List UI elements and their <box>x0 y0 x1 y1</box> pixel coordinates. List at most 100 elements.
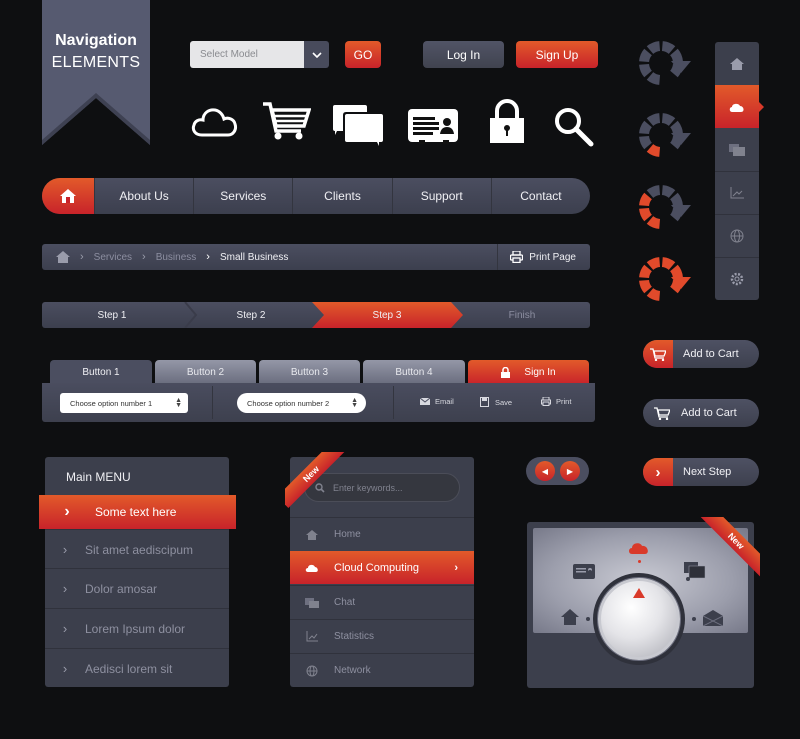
vnav-globe[interactable] <box>715 214 759 257</box>
next-step-button[interactable]: › Next Step <box>643 458 759 486</box>
search-menu-item-chat[interactable]: Chat <box>290 585 474 619</box>
vnav-cloud-active[interactable] <box>715 85 759 128</box>
loader-segment <box>639 207 652 222</box>
pager: ◀ ▶ <box>526 457 589 485</box>
nav-item-support[interactable]: Support <box>391 178 491 214</box>
loader-segment <box>670 264 683 279</box>
chart-icon <box>290 631 334 642</box>
vnav-chat[interactable] <box>715 128 759 171</box>
cloud-icon <box>190 105 240 139</box>
tab-button-1[interactable]: Button 1 <box>50 360 152 384</box>
chevron-right-icon: › <box>64 503 70 520</box>
new-badge-label: New <box>700 517 760 577</box>
loader-spinner-3 <box>635 254 691 304</box>
search-menu-item-statistics[interactable]: Statistics <box>290 619 474 653</box>
loader-segment <box>670 192 683 207</box>
nav-item-contact[interactable]: Contact <box>490 178 590 214</box>
vnav-chart[interactable] <box>715 171 759 214</box>
go-button[interactable]: GO <box>345 41 381 68</box>
loader-spinner-2 <box>635 182 691 232</box>
search-menu-item-label: Cloud Computing <box>334 561 419 574</box>
next-button[interactable]: ▶ <box>560 461 580 481</box>
nav-item-services[interactable]: Services <box>193 178 292 214</box>
main-menu-item-label: Dolor amosar <box>85 581 158 596</box>
chevron-right-icon: › <box>62 621 68 636</box>
arrow-left-icon: ◀ <box>541 466 549 476</box>
main-menu-item[interactable]: › Sit amet aediscipum <box>45 529 229 569</box>
add-to-cart-button-active[interactable]: Add to Cart <box>643 340 759 368</box>
print-action[interactable]: Print <box>541 397 571 406</box>
tab-button-4[interactable]: Button 4 <box>363 360 465 384</box>
tab-button-2[interactable]: Button 2 <box>155 360 256 384</box>
breadcrumb: › Services › Business › Small Business P… <box>42 244 590 270</box>
divider <box>393 386 394 419</box>
search-icon[interactable] <box>553 106 595 148</box>
chat-icon <box>332 104 384 146</box>
loader-segment <box>639 264 652 279</box>
loader-spinner-1 <box>635 110 691 160</box>
indicator-dot <box>588 570 592 574</box>
step-2[interactable]: Step 2 <box>182 302 320 328</box>
globe-icon <box>730 229 744 243</box>
search-menu-item-label: Statistics <box>334 631 375 642</box>
main-menu-item[interactable]: › Aedisci lorem sit <box>45 648 229 688</box>
main-menu-item-label: Aedisci lorem sit <box>85 661 173 676</box>
loader-segment <box>670 48 683 63</box>
chevron-right-icon: › <box>454 561 458 574</box>
mail-icon <box>420 398 430 405</box>
lock-icon <box>489 99 525 145</box>
add-to-cart-button[interactable]: Add to Cart <box>643 399 759 427</box>
home-icon[interactable] <box>56 251 70 263</box>
chart-icon <box>730 187 744 199</box>
breadcrumb-item[interactable]: Business <box>156 252 197 263</box>
home-icon <box>60 189 76 203</box>
main-menu-item[interactable]: › Dolor amosar <box>45 568 229 608</box>
nav-item-about[interactable]: About Us <box>94 178 193 214</box>
loader-segment <box>646 41 661 54</box>
step-finish[interactable]: Finish <box>454 302 590 328</box>
search-menu-item-label: Network <box>334 665 371 676</box>
mail-icon[interactable] <box>703 610 723 626</box>
vnav-settings[interactable] <box>715 257 759 300</box>
cloud-icon <box>290 563 334 572</box>
lock-icon <box>501 366 511 378</box>
main-menu-item[interactable]: › Lorem Ipsum dolor <box>45 608 229 648</box>
option-select-2[interactable]: Choose option number 2 ▲ ▼ <box>237 393 366 413</box>
main-menu-item-label: Lorem Ipsum dolor <box>85 621 186 636</box>
previous-button[interactable]: ◀ <box>535 461 555 481</box>
signup-button[interactable]: Sign Up <box>516 41 598 68</box>
main-menu-item-label: Some text here <box>95 505 177 519</box>
email-label: Email <box>435 397 454 406</box>
tab-button-3[interactable]: Button 3 <box>259 360 360 384</box>
option-select-1[interactable]: Choose option number 1 ▲ ▼ <box>60 393 188 413</box>
shopping-cart-icon <box>643 340 673 368</box>
save-action[interactable]: Save <box>480 397 512 407</box>
chevron-down-icon[interactable] <box>304 41 329 68</box>
vnav-home[interactable] <box>715 42 759 85</box>
model-select[interactable]: Select Model <box>190 41 329 68</box>
chevron-right-icon: › <box>142 251 146 263</box>
search-menu-item-network[interactable]: Network <box>290 653 474 687</box>
cloud-icon <box>729 103 744 112</box>
main-menu-item-active[interactable]: › Some text here <box>39 495 236 529</box>
nav-home-button[interactable] <box>42 178 94 214</box>
loader-segment <box>639 279 652 294</box>
ribbon-title: Navigation <box>55 32 137 49</box>
loader-segment <box>639 135 652 150</box>
step-3-active[interactable]: Step 3 <box>320 302 454 328</box>
step-1[interactable]: Step 1 <box>42 302 182 328</box>
search-menu-item-cloud[interactable]: Cloud Computing › <box>290 551 474 584</box>
main-menu-item-label: Sit amet aediscipum <box>85 542 194 557</box>
cloud-icon[interactable] <box>628 541 652 555</box>
nav-item-clients[interactable]: Clients <box>292 178 391 214</box>
sign-in-tab[interactable]: Sign In <box>468 360 589 384</box>
breadcrumb-item[interactable]: Services <box>94 252 132 263</box>
indicator-dot <box>692 617 696 621</box>
home-icon[interactable] <box>561 609 579 625</box>
print-page-button[interactable]: Print Page <box>497 244 590 270</box>
search-menu-item-home[interactable]: Home <box>290 517 474 551</box>
email-action[interactable]: Email <box>420 397 454 406</box>
loader-segment <box>646 257 661 270</box>
print-page-label: Print Page <box>529 251 576 263</box>
login-button[interactable]: Log In <box>423 41 504 68</box>
